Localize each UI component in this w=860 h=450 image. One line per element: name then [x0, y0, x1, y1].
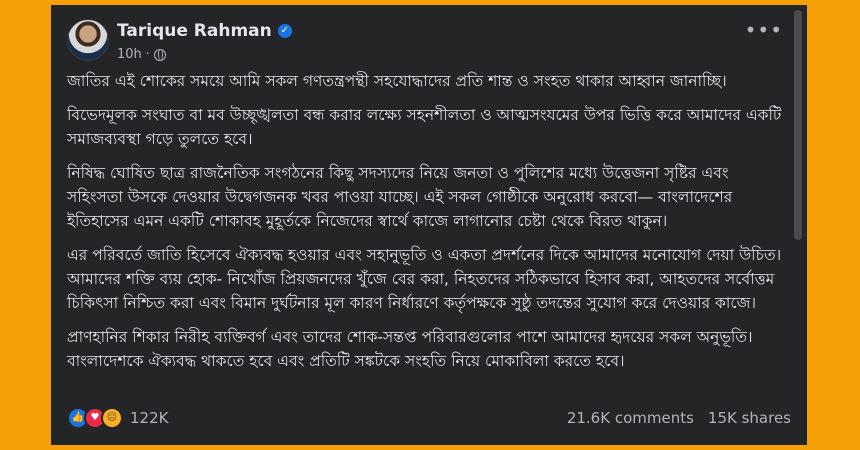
sad-icon: ☹	[101, 407, 123, 429]
author-name-row: Tarique Rahman ✓	[117, 21, 292, 41]
post-paragraph: জাতির এই শোকের সময়ে আমি সকল গণতন্ত্রপন্…	[67, 72, 727, 90]
reactions-summary[interactable]: 👍 ♥ ☹ 122K	[67, 407, 168, 429]
facebook-post-card: Tarique Rahman ✓ 10h · ••• জাতির এই শোকে…	[51, 5, 807, 445]
post-body: জাতির এই শোকের সময়ে আমি সকল গণতন্ত্রপন্…	[67, 69, 785, 383]
globe-icon	[153, 48, 166, 61]
author-name[interactable]: Tarique Rahman	[117, 21, 272, 41]
post-paragraph: বিভেদমূলক সংঘাত বা মব উচ্ছৃঙ্খলতা বন্ধ ক…	[67, 106, 782, 148]
post-paragraph: নিষিদ্ধ ঘোষিত ছাত্র রাজনৈতিক সংগঠনের কিছ…	[67, 164, 733, 230]
meta-separator: ·	[145, 47, 150, 62]
comments-count[interactable]: 21.6K comments	[567, 409, 694, 427]
author-avatar[interactable]	[67, 19, 109, 61]
shares-count[interactable]: 15K shares	[708, 409, 791, 427]
scrollbar[interactable]	[794, 10, 802, 240]
post-paragraph: এর পরিবর্তে জাতি হিসেবে ঐক্যবদ্ধ হওয়ার …	[67, 246, 782, 312]
post-footer: 👍 ♥ ☹ 122K 21.6K comments 15K shares	[67, 405, 791, 431]
post-paragraph: প্রাণহানির শিকার নিরীহ ব্যক্তিবর্গ এবং ত…	[67, 328, 753, 370]
post-time[interactable]: 10h	[117, 47, 142, 62]
verified-badge-icon: ✓	[277, 24, 292, 38]
more-options-button[interactable]: •••	[745, 20, 783, 40]
reactions-count[interactable]: 122K	[130, 409, 168, 427]
post-meta: 10h ·	[117, 47, 166, 62]
